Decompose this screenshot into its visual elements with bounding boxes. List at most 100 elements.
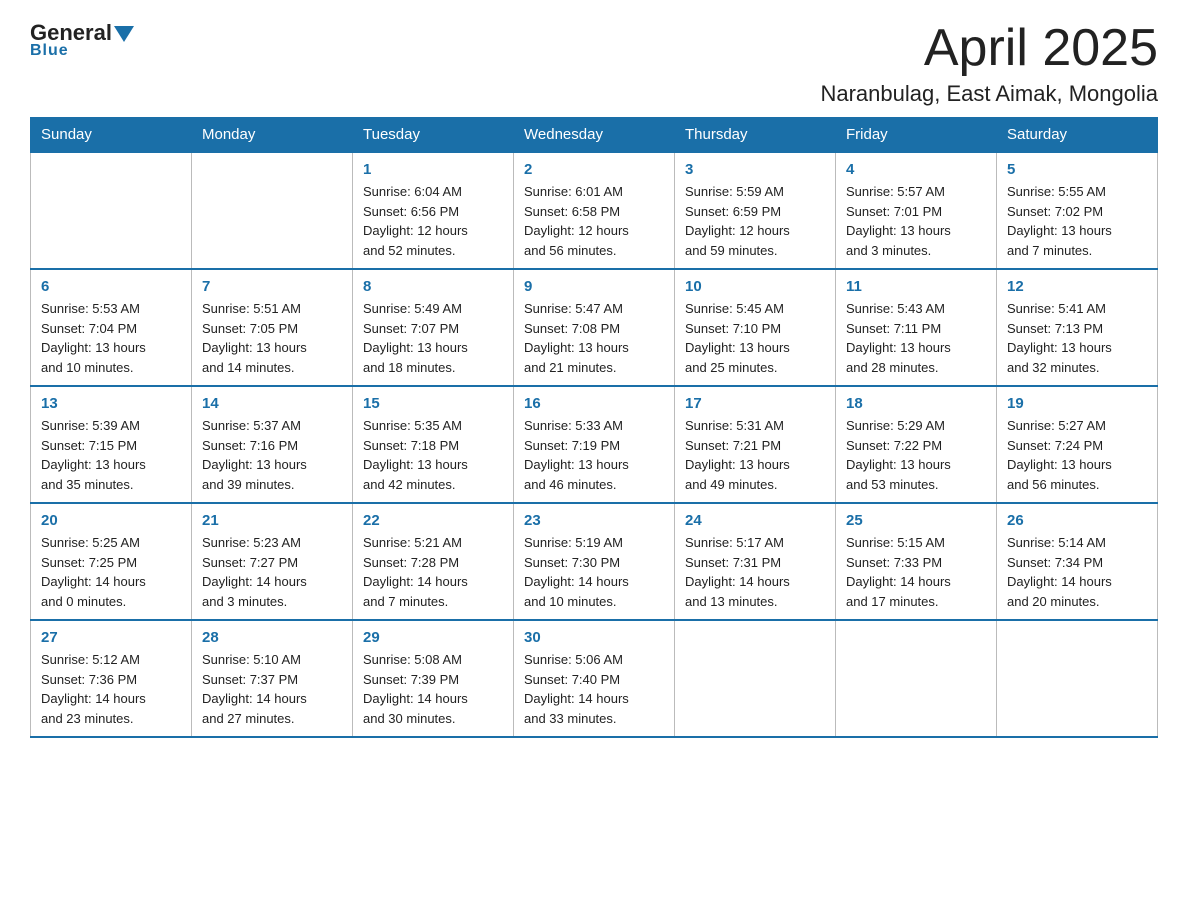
calendar-cell: 18 Sunrise: 5:29 AMSunset: 7:22 PMDayligh… xyxy=(836,386,997,503)
calendar-cell: 6Sunrise: 5:53 AMSunset: 7:04 PMDaylight… xyxy=(31,269,192,386)
day-number: 8 xyxy=(363,278,503,295)
day-number: 11 xyxy=(846,278,986,295)
day-number: 6 xyxy=(41,278,181,295)
day-info: Sunrise: 5:45 AMSunset: 7:10 PMDaylight:… xyxy=(685,299,825,377)
day-info: Sunrise: 5:51 AMSunset: 7:05 PMDaylight:… xyxy=(202,299,342,377)
calendar-cell: 2Sunrise: 6:01 AMSunset: 6:58 PMDaylight… xyxy=(514,152,675,269)
day-number: 23 xyxy=(524,512,664,529)
day-info: Sunrise: 5:59 AMSunset: 6:59 PMDaylight:… xyxy=(685,182,825,260)
day-info: Sunrise: 5:47 AMSunset: 7:08 PMDaylight:… xyxy=(524,299,664,377)
day-number: 29 xyxy=(363,629,503,646)
day-info: Sunrise: 5:21 AMSunset: 7:28 PMDaylight:… xyxy=(363,533,503,611)
location-title: Naranbulag, East Aimak, Mongolia xyxy=(820,81,1158,107)
day-info: Sunrise: 5:27 AMSunset: 7:24 PMDaylight:… xyxy=(1007,416,1147,494)
calendar-cell: 29 Sunrise: 5:08 AMSunset: 7:39 PMDayligh… xyxy=(353,620,514,737)
calendar-body: 1 Sunrise: 6:04 AMSunset: 6:56 PMDaylight… xyxy=(31,152,1158,737)
calendar-cell: 16Sunrise: 5:33 AMSunset: 7:19 PMDayligh… xyxy=(514,386,675,503)
calendar-cell: 19 Sunrise: 5:27 AMSunset: 7:24 PMDayligh… xyxy=(997,386,1158,503)
day-number: 20 xyxy=(41,512,181,529)
calendar-cell: 1 Sunrise: 6:04 AMSunset: 6:56 PMDaylight… xyxy=(353,152,514,269)
calendar-cell: 20Sunrise: 5:25 AMSunset: 7:25 PMDayligh… xyxy=(31,503,192,620)
header-monday: Monday xyxy=(192,118,353,153)
day-number: 10 xyxy=(685,278,825,295)
day-number: 22 xyxy=(363,512,503,529)
calendar-table: SundayMondayTuesdayWednesdayThursdayFrid… xyxy=(30,117,1158,738)
header-thursday: Thursday xyxy=(675,118,836,153)
calendar-cell xyxy=(192,152,353,269)
calendar-cell xyxy=(31,152,192,269)
day-info: Sunrise: 5:49 AMSunset: 7:07 PMDaylight:… xyxy=(363,299,503,377)
calendar-cell: 4 Sunrise: 5:57 AMSunset: 7:01 PMDaylight… xyxy=(836,152,997,269)
logo-blue-text: Blue xyxy=(30,42,69,60)
calendar-cell: 14 Sunrise: 5:37 AMSunset: 7:16 PMDayligh… xyxy=(192,386,353,503)
day-number: 9 xyxy=(524,278,664,295)
calendar-cell xyxy=(997,620,1158,737)
day-info: Sunrise: 5:55 AMSunset: 7:02 PMDaylight:… xyxy=(1007,182,1147,260)
day-info: Sunrise: 5:19 AMSunset: 7:30 PMDaylight:… xyxy=(524,533,664,611)
calendar-header: SundayMondayTuesdayWednesdayThursdayFrid… xyxy=(31,118,1158,153)
title-block: April 2025 Naranbulag, East Aimak, Mongo… xyxy=(820,20,1158,107)
calendar-cell: 11 Sunrise: 5:43 AMSunset: 7:11 PMDayligh… xyxy=(836,269,997,386)
day-info: Sunrise: 5:08 AMSunset: 7:39 PMDaylight:… xyxy=(363,650,503,728)
calendar-cell: 7 Sunrise: 5:51 AMSunset: 7:05 PMDaylight… xyxy=(192,269,353,386)
calendar-cell: 5 Sunrise: 5:55 AMSunset: 7:02 PMDaylight… xyxy=(997,152,1158,269)
day-info: Sunrise: 5:31 AMSunset: 7:21 PMDaylight:… xyxy=(685,416,825,494)
header-wednesday: Wednesday xyxy=(514,118,675,153)
day-number: 7 xyxy=(202,278,342,295)
day-number: 5 xyxy=(1007,161,1147,178)
day-info: Sunrise: 5:29 AMSunset: 7:22 PMDaylight:… xyxy=(846,416,986,494)
logo-triangle-icon xyxy=(114,26,134,42)
day-info: Sunrise: 5:41 AMSunset: 7:13 PMDaylight:… xyxy=(1007,299,1147,377)
calendar-cell: 28 Sunrise: 5:10 AMSunset: 7:37 PMDayligh… xyxy=(192,620,353,737)
calendar-cell: 15Sunrise: 5:35 AMSunset: 7:18 PMDayligh… xyxy=(353,386,514,503)
week-row-4: 20Sunrise: 5:25 AMSunset: 7:25 PMDayligh… xyxy=(31,503,1158,620)
week-row-2: 6Sunrise: 5:53 AMSunset: 7:04 PMDaylight… xyxy=(31,269,1158,386)
day-info: Sunrise: 5:57 AMSunset: 7:01 PMDaylight:… xyxy=(846,182,986,260)
day-info: Sunrise: 6:04 AMSunset: 6:56 PMDaylight:… xyxy=(363,182,503,260)
week-row-1: 1 Sunrise: 6:04 AMSunset: 6:56 PMDaylight… xyxy=(31,152,1158,269)
day-number: 3 xyxy=(685,161,825,178)
day-info: Sunrise: 5:10 AMSunset: 7:37 PMDaylight:… xyxy=(202,650,342,728)
day-number: 19 xyxy=(1007,395,1147,412)
day-number: 12 xyxy=(1007,278,1147,295)
day-info: Sunrise: 5:43 AMSunset: 7:11 PMDaylight:… xyxy=(846,299,986,377)
day-info: Sunrise: 5:06 AMSunset: 7:40 PMDaylight:… xyxy=(524,650,664,728)
day-info: Sunrise: 5:15 AMSunset: 7:33 PMDaylight:… xyxy=(846,533,986,611)
day-info: Sunrise: 5:33 AMSunset: 7:19 PMDaylight:… xyxy=(524,416,664,494)
calendar-cell: 24Sunrise: 5:17 AMSunset: 7:31 PMDayligh… xyxy=(675,503,836,620)
calendar-cell xyxy=(675,620,836,737)
day-number: 4 xyxy=(846,161,986,178)
calendar-cell: 26 Sunrise: 5:14 AMSunset: 7:34 PMDayligh… xyxy=(997,503,1158,620)
calendar-cell: 9 Sunrise: 5:47 AMSunset: 7:08 PMDaylight… xyxy=(514,269,675,386)
day-number: 30 xyxy=(524,629,664,646)
calendar-cell: 22 Sunrise: 5:21 AMSunset: 7:28 PMDayligh… xyxy=(353,503,514,620)
calendar-cell: 17Sunrise: 5:31 AMSunset: 7:21 PMDayligh… xyxy=(675,386,836,503)
day-info: Sunrise: 5:12 AMSunset: 7:36 PMDaylight:… xyxy=(41,650,181,728)
day-number: 21 xyxy=(202,512,342,529)
calendar-cell: 8 Sunrise: 5:49 AMSunset: 7:07 PMDaylight… xyxy=(353,269,514,386)
day-number: 26 xyxy=(1007,512,1147,529)
day-number: 18 xyxy=(846,395,986,412)
day-info: Sunrise: 5:37 AMSunset: 7:16 PMDaylight:… xyxy=(202,416,342,494)
day-number: 25 xyxy=(846,512,986,529)
month-title: April 2025 xyxy=(820,20,1158,77)
calendar-cell: 13Sunrise: 5:39 AMSunset: 7:15 PMDayligh… xyxy=(31,386,192,503)
day-info: Sunrise: 5:14 AMSunset: 7:34 PMDaylight:… xyxy=(1007,533,1147,611)
day-info: Sunrise: 5:23 AMSunset: 7:27 PMDaylight:… xyxy=(202,533,342,611)
calendar-cell: 10 Sunrise: 5:45 AMSunset: 7:10 PMDayligh… xyxy=(675,269,836,386)
calendar-cell xyxy=(836,620,997,737)
calendar-cell: 3 Sunrise: 5:59 AMSunset: 6:59 PMDaylight… xyxy=(675,152,836,269)
day-number: 28 xyxy=(202,629,342,646)
day-number: 2 xyxy=(524,161,664,178)
calendar-cell: 21 Sunrise: 5:23 AMSunset: 7:27 PMDayligh… xyxy=(192,503,353,620)
week-row-3: 13Sunrise: 5:39 AMSunset: 7:15 PMDayligh… xyxy=(31,386,1158,503)
header: General Blue April 2025 Naranbulag, East… xyxy=(30,20,1158,107)
calendar-cell: 27Sunrise: 5:12 AMSunset: 7:36 PMDayligh… xyxy=(31,620,192,737)
day-number: 1 xyxy=(363,161,503,178)
header-tuesday: Tuesday xyxy=(353,118,514,153)
calendar-cell: 25 Sunrise: 5:15 AMSunset: 7:33 PMDayligh… xyxy=(836,503,997,620)
calendar-cell: 30 Sunrise: 5:06 AMSunset: 7:40 PMDayligh… xyxy=(514,620,675,737)
header-friday: Friday xyxy=(836,118,997,153)
day-number: 14 xyxy=(202,395,342,412)
day-number: 13 xyxy=(41,395,181,412)
